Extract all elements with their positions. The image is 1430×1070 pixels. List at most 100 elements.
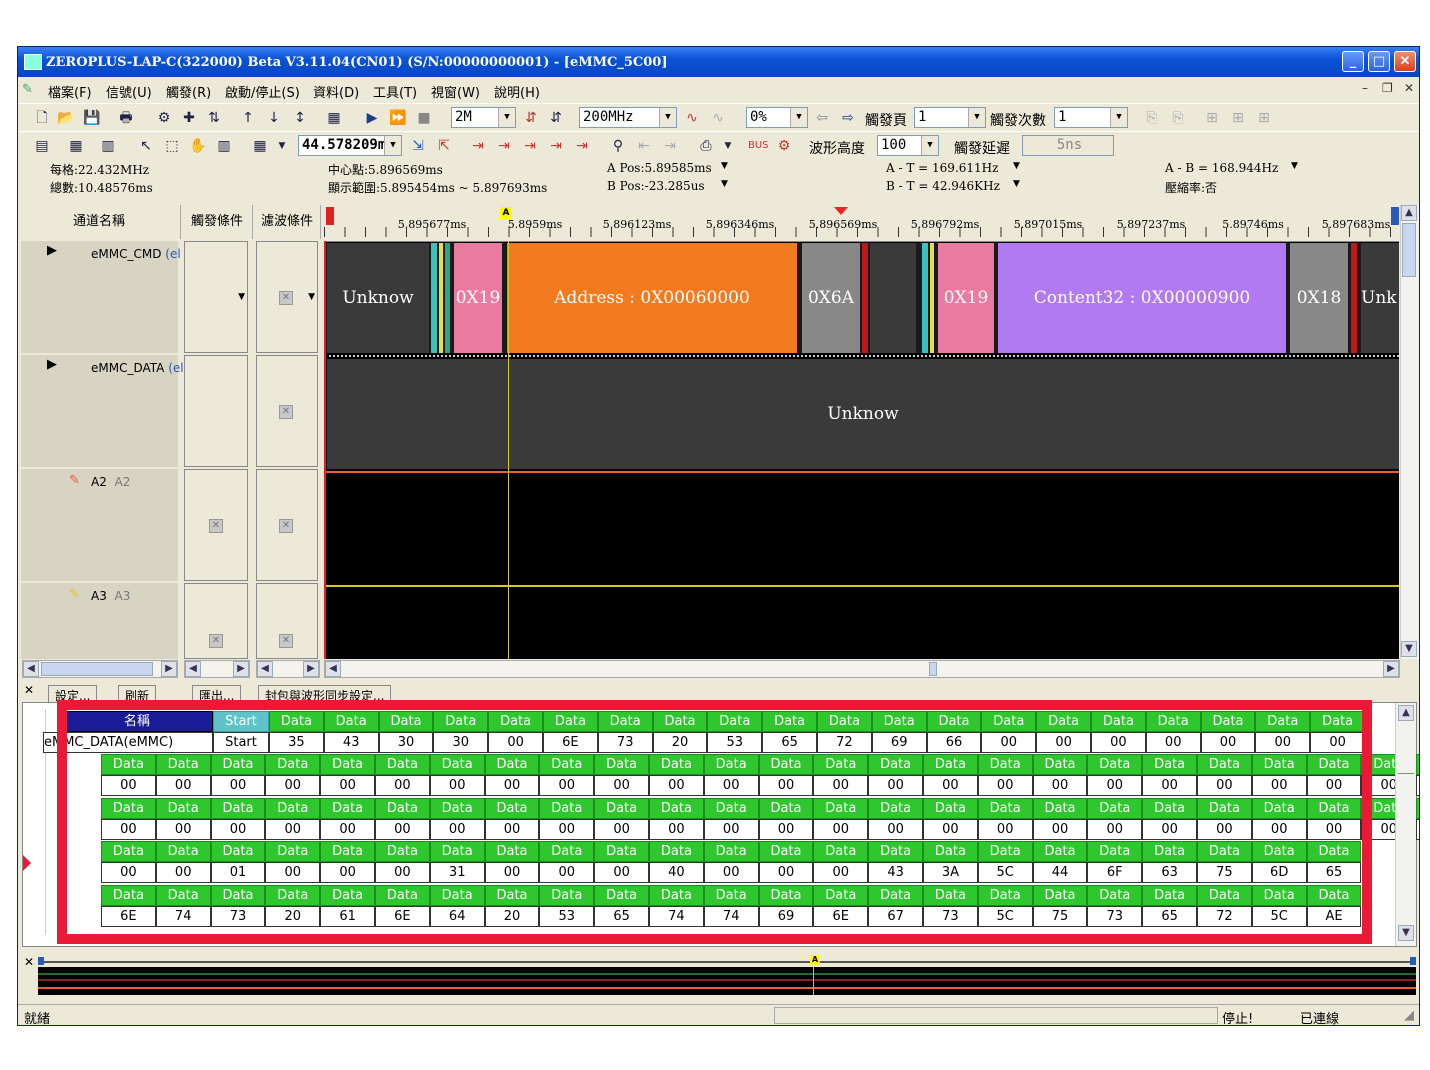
scroll-down-icon[interactable]: ▼ (1398, 925, 1414, 941)
channel-row-data[interactable]: ▶ eMMC_DATA (el (21, 355, 184, 467)
export-icon[interactable]: ⎙ (696, 136, 716, 156)
trigger-level-icon[interactable]: ⇅ (204, 108, 224, 128)
scroll-thumb[interactable] (929, 662, 937, 676)
waveform-view-icon[interactable]: ▤ (32, 136, 52, 156)
trigger-edit-icon[interactable]: ✚ (179, 108, 199, 128)
cursor-start-marker[interactable] (326, 207, 334, 225)
clock-icon[interactable]: ∿ (682, 108, 702, 128)
print-icon[interactable]: 🖶 (116, 108, 136, 128)
scroll-left-icon[interactable]: ◀ (325, 661, 341, 677)
position-input[interactable]: 44.578209ms ▼ (298, 135, 402, 156)
wave-vertical-scrollbar[interactable]: ▲ ▼ (1400, 205, 1419, 659)
packet-list[interactable]: 名稱 Start eMMC_DATA(eMMC) Start Data 35 Data 43 D… (22, 702, 1419, 947)
frequency-select[interactable]: 200MHz ▼ (579, 107, 677, 128)
a-t-dropdown-icon[interactable]: ▼ (1013, 161, 1020, 171)
filter-cell-a2[interactable]: ✕ (256, 469, 318, 581)
menu-start-stop[interactable]: 啟動/停止(S) (225, 82, 300, 101)
close-pane-icon[interactable]: ✕ (24, 683, 34, 697)
expand-arrow-icon[interactable]: ▶ (47, 357, 57, 372)
scroll-right-icon[interactable]: ▶ (233, 661, 249, 677)
close-overview-icon[interactable]: ✕ (24, 955, 34, 969)
scroll-thumb[interactable] (1402, 223, 1416, 277)
channel-row-cmd[interactable]: ▶ eMMC_CMD (el (21, 241, 181, 353)
memory-icon[interactable]: ⇵ (521, 108, 541, 128)
filter-cell-cmd[interactable]: ✕ ▼ (256, 241, 318, 353)
wave-hscroll[interactable]: ◀ ▶ (324, 660, 1400, 678)
time-ruler[interactable]: 5.895677ms 5.8959ms 5.896123ms 5.896346m… (324, 205, 1399, 242)
cursor-a-icon[interactable]: ⇲ (408, 136, 428, 156)
column-trigger[interactable]: 觸發條件 (182, 205, 253, 239)
edge-both-icon[interactable]: ↕ (290, 108, 310, 128)
list-view-icon[interactable]: ▦ (66, 136, 86, 156)
bar-e-icon[interactable]: ⇥ (572, 136, 592, 156)
channel-name-hscroll[interactable]: ◀ ▶ (22, 660, 178, 678)
menu-data[interactable]: 資料(D) (313, 82, 359, 101)
cmd-segment-unknown[interactable]: Unknow (327, 243, 429, 353)
pointer-icon[interactable]: ↖ (136, 136, 156, 156)
cmd-segment-crc[interactable]: 0X6A (802, 243, 860, 353)
cursor-a-marker[interactable]: A (500, 207, 512, 219)
trigger-hscroll[interactable]: ◀ ▶ (184, 660, 250, 678)
wave-height-select[interactable]: 100 ▼ (877, 135, 939, 156)
cmd-segment-content[interactable]: Content32 : 0X00000900 (998, 243, 1286, 353)
data-segment-unknown[interactable]: Unknow (327, 359, 1399, 469)
cmd-segment-address[interactable]: Address : 0X00060000 (507, 243, 797, 353)
b-t-dropdown-icon[interactable]: ▼ (1013, 179, 1020, 189)
minimize-button[interactable]: _ (1342, 51, 1364, 72)
bar-b-icon[interactable]: ⇥ (494, 136, 514, 156)
cmd-segment-cmd19b[interactable]: 0X19 (938, 243, 994, 353)
packet-vscroll[interactable]: ▲ ▼ (1395, 703, 1416, 946)
cmd-segment-crc2[interactable]: 0X18 (1290, 243, 1348, 353)
overview-cursor-a[interactable]: A (810, 955, 820, 965)
expand-arrow-icon[interactable]: ▶ (47, 243, 57, 258)
run-repeat-icon[interactable]: ⏩ (388, 108, 408, 128)
cmd-segment-cmd19[interactable]: 0X19 (454, 243, 502, 353)
waveform-area[interactable]: 5.895677ms 5.8959ms 5.896123ms 5.896346m… (324, 205, 1399, 659)
a-pos-dropdown-icon[interactable]: ▼ (721, 161, 728, 171)
scroll-right-icon[interactable]: ▶ (303, 661, 319, 677)
mdi-restore-icon[interactable]: ❐ (1382, 81, 1393, 95)
b-pos-dropdown-icon[interactable]: ▼ (721, 179, 728, 189)
channel-row-a3[interactable]: ✎ A3 A3 (21, 583, 178, 659)
filter-cell-a3[interactable]: ✕ (256, 583, 318, 659)
save-icon[interactable]: 💾 (82, 108, 102, 128)
overview-strip[interactable]: ✕ A (18, 953, 1419, 1003)
menu-signal[interactable]: 信號(U) (106, 82, 152, 101)
search-icon[interactable]: ⚲ (608, 136, 628, 156)
select-icon[interactable]: ⬚ (162, 136, 182, 156)
memory-select[interactable]: 2M ▼ (451, 107, 516, 128)
scroll-thumb[interactable] (1398, 773, 1414, 794)
scroll-right-icon[interactable]: ▶ (161, 661, 177, 677)
menu-window[interactable]: 視窗(W) (431, 82, 480, 101)
trigger-cell-data[interactable] (184, 355, 248, 467)
trigger-setup-icon[interactable]: ⚙ (154, 108, 174, 128)
state-view-icon[interactable]: ▥ (98, 136, 118, 156)
export-dropdown-icon[interactable]: ▼ (718, 136, 738, 156)
overview-end-marker[interactable] (1410, 957, 1416, 965)
scroll-down-icon[interactable]: ▼ (1401, 641, 1417, 657)
column-filter[interactable]: 濾波條件 (254, 205, 321, 239)
title-bar[interactable]: ZEROPLUS-LAP-C(322000) Beta V3.11.04(CN0… (18, 47, 1419, 77)
menu-help[interactable]: 說明(H) (494, 82, 540, 101)
menu-tools[interactable]: 工具(T) (373, 82, 417, 101)
mdi-close-icon[interactable]: ✕ (1404, 81, 1414, 95)
scroll-left-icon[interactable]: ◀ (257, 661, 273, 677)
hand-icon[interactable]: ✋ (188, 136, 208, 156)
prev-trigger-icon[interactable]: ⇦ (812, 108, 832, 128)
resize-grip-icon[interactable]: ◢ (1404, 1008, 1414, 1023)
close-button[interactable]: ✕ (1394, 51, 1416, 72)
decode-settings-icon[interactable]: ⚙ (774, 136, 794, 156)
scroll-left-icon[interactable]: ◀ (23, 661, 39, 677)
grid-icon[interactable]: ▦ (250, 136, 270, 156)
overview-start-marker[interactable] (38, 957, 44, 965)
cursor-end-marker[interactable] (1391, 207, 1399, 225)
channel-row-a2[interactable]: ✎ A2 A2 (21, 469, 178, 581)
cmd-segment-unknown2[interactable]: Unk (1361, 243, 1399, 353)
filter-cell-data[interactable]: ✕ (256, 355, 318, 467)
new-file-icon[interactable]: 🗋 (32, 108, 52, 128)
record-icon[interactable]: ▦ (324, 108, 344, 128)
bar-c-icon[interactable]: ⇥ (520, 136, 540, 156)
scroll-up-icon[interactable]: ▲ (1401, 205, 1417, 221)
trigger-percent-select[interactable]: 0% ▼ (746, 107, 808, 128)
bus-decode-icon[interactable]: BUS (748, 136, 769, 156)
